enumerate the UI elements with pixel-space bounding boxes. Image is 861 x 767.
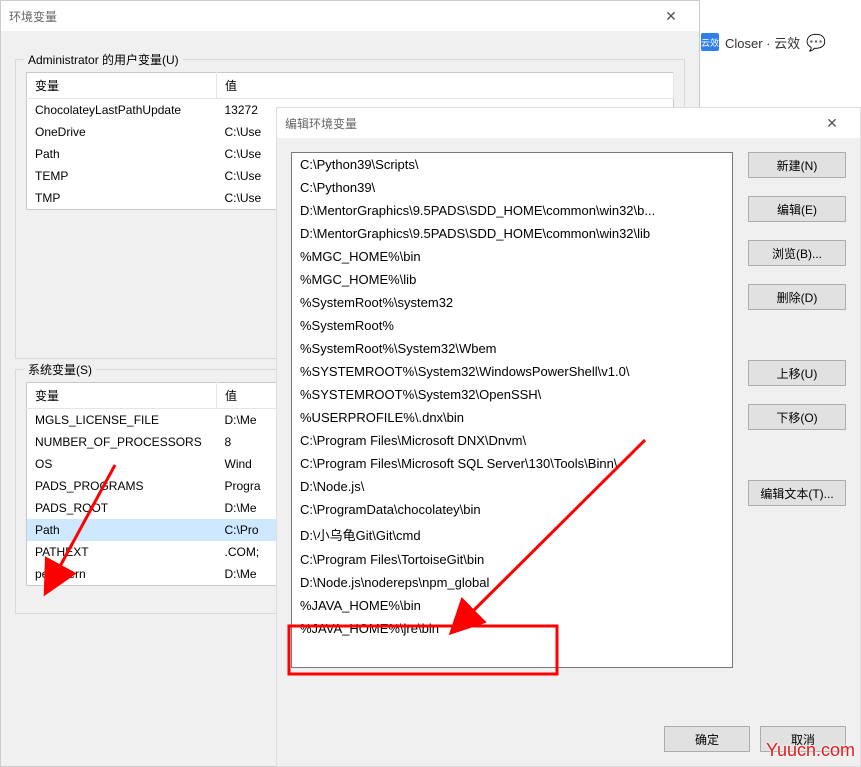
list-item[interactable]: C:\Program Files\Microsoft SQL Server\13… xyxy=(292,452,732,475)
list-item[interactable]: %USERPROFILE%\.dnx\bin xyxy=(292,406,732,429)
path-listbox[interactable]: C:\Python39\Scripts\C:\Python39\D:\Mento… xyxy=(291,152,733,668)
list-item[interactable]: C:\Program Files\Microsoft DNX\Dnvm\ xyxy=(292,429,732,452)
edit-env-title: 编辑环境变量 xyxy=(285,115,812,132)
list-item[interactable]: C:\Python39\Scripts\ xyxy=(292,153,732,176)
list-item[interactable]: %SystemRoot%\system32 xyxy=(292,291,732,314)
col-var-value[interactable]: 值 xyxy=(217,73,674,99)
edit-env-titlebar[interactable]: 编辑环境变量 ✕ xyxy=(277,108,860,138)
list-item[interactable]: C:\Python39\ xyxy=(292,176,732,199)
browse-button[interactable]: 浏览(B)... xyxy=(748,240,846,266)
sys-vars-legend: 系统变量(S) xyxy=(24,361,96,378)
col-var-name[interactable]: 变量 xyxy=(27,73,217,99)
var-name-cell: PATHEXT xyxy=(27,541,217,563)
list-item[interactable]: %SYSTEMROOT%\System32\OpenSSH\ xyxy=(292,383,732,406)
var-name-cell: MGLS_LICENSE_FILE xyxy=(27,409,217,432)
delete-button[interactable]: 删除(D) xyxy=(748,284,846,310)
list-item[interactable]: D:\MentorGraphics\9.5PADS\SDD_HOME\commo… xyxy=(292,199,732,222)
movedown-button[interactable]: 下移(O) xyxy=(748,404,846,430)
env-vars-title: 环境变量 xyxy=(9,8,651,25)
var-name-cell: perlIntern xyxy=(27,563,217,586)
list-item[interactable]: %SystemRoot%\System32\Wbem xyxy=(292,337,732,360)
var-name-cell: OneDrive xyxy=(27,121,217,143)
var-name-cell: PADS_PROGRAMS xyxy=(27,475,217,497)
var-name-cell: TMP xyxy=(27,187,217,210)
edittext-button[interactable]: 编辑文本(T)... xyxy=(748,480,846,506)
list-item[interactable]: %SystemRoot% xyxy=(292,314,732,337)
list-item[interactable]: D:\Node.js\nodereps\npm_global xyxy=(292,571,732,594)
list-item[interactable]: %MGC_HOME%\lib xyxy=(292,268,732,291)
var-name-cell: NUMBER_OF_PROCESSORS xyxy=(27,431,217,453)
list-item[interactable]: %MGC_HOME%\bin xyxy=(292,245,732,268)
list-item[interactable]: D:\MentorGraphics\9.5PADS\SDD_HOME\commo… xyxy=(292,222,732,245)
ok-button[interactable]: 确定 xyxy=(664,726,750,752)
list-item[interactable]: %SYSTEMROOT%\System32\WindowsPowerShell\… xyxy=(292,360,732,383)
background-app-header: 云效 Closer · 云效 💬 xyxy=(701,28,861,56)
var-name-cell: TEMP xyxy=(27,165,217,187)
speech-bubble-icon: 💬 xyxy=(806,33,824,51)
close-icon[interactable]: ✕ xyxy=(651,1,691,31)
list-item[interactable]: D:\小乌龟Git\Git\cmd xyxy=(292,521,732,548)
app-badge-icon: 云效 xyxy=(701,33,719,51)
close-icon[interactable]: ✕ xyxy=(812,108,852,138)
list-item[interactable]: %JAVA_HOME%\bin xyxy=(292,594,732,617)
var-name-cell: PADS_ROOT xyxy=(27,497,217,519)
col-var-name[interactable]: 变量 xyxy=(27,383,217,409)
var-name-cell: OS xyxy=(27,453,217,475)
list-item[interactable]: C:\ProgramData\chocolatey\bin xyxy=(292,498,732,521)
list-item[interactable]: %JAVA_HOME%\jre\bin xyxy=(292,617,732,640)
moveup-button[interactable]: 上移(U) xyxy=(748,360,846,386)
user-vars-legend: Administrator 的用户变量(U) xyxy=(24,51,183,68)
list-item[interactable]: D:\Node.js\ xyxy=(292,475,732,498)
env-vars-titlebar[interactable]: 环境变量 ✕ xyxy=(1,1,699,31)
list-item[interactable]: C:\Program Files\TortoiseGit\bin xyxy=(292,548,732,571)
edit-button[interactable]: 编辑(E) xyxy=(748,196,846,222)
new-button[interactable]: 新建(N) xyxy=(748,152,846,178)
edit-env-dialog: 编辑环境变量 ✕ C:\Python39\Scripts\C:\Python39… xyxy=(276,107,861,767)
var-name-cell: Path xyxy=(27,143,217,165)
var-name-cell: Path xyxy=(27,519,217,541)
watermark: Yuucn.com xyxy=(766,740,855,761)
var-name-cell: ChocolateyLastPathUpdate xyxy=(27,99,217,122)
app-header-text: Closer · 云效 xyxy=(725,33,800,52)
